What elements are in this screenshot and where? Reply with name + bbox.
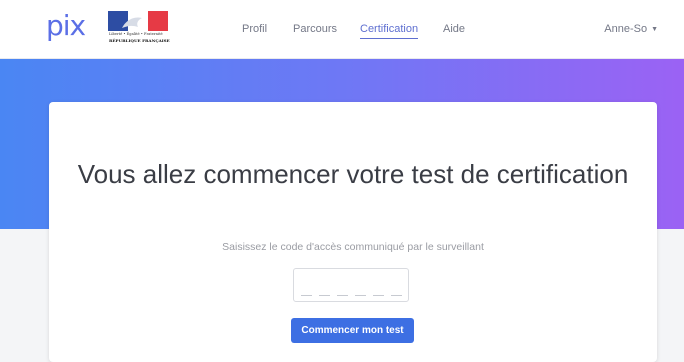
code-slot: [301, 295, 312, 296]
pix-logo[interactable]: pix: [46, 9, 86, 43]
access-code-input[interactable]: [293, 268, 409, 302]
code-slot: [391, 295, 402, 296]
user-name: Anne-So: [604, 23, 648, 35]
code-slot: [337, 295, 348, 296]
caret-down-icon: ▼: [651, 26, 658, 33]
user-menu[interactable]: Anne-So ▼: [604, 22, 658, 37]
nav-profil[interactable]: Profil: [242, 22, 267, 36]
nav-aide[interactable]: Aide: [443, 22, 465, 36]
gov-motto: Liberté • Égalité • Fraternité: [109, 32, 163, 36]
french-flag-icon: [108, 11, 168, 31]
start-test-button[interactable]: Commencer mon test: [291, 318, 414, 343]
nav-certification[interactable]: Certification: [360, 22, 419, 39]
page-title: Vous allez commencer votre test de certi…: [77, 159, 629, 189]
code-slot: [355, 295, 366, 296]
republique-francaise-logo: Liberté • Égalité • Fraternité RÉPUBLIQU…: [108, 11, 170, 49]
top-navbar: pix Liberté • Égalité • Fraternité RÉPUB…: [0, 0, 684, 59]
gov-name: RÉPUBLIQUE FRANÇAISE: [109, 38, 170, 43]
code-slot: [319, 295, 330, 296]
nav-parcours[interactable]: Parcours: [293, 22, 337, 36]
certification-card: Vous allez commencer votre test de certi…: [49, 102, 657, 362]
instructions-text: Saisissez le code d'accès communiqué par…: [222, 241, 484, 253]
code-slot: [373, 295, 384, 296]
